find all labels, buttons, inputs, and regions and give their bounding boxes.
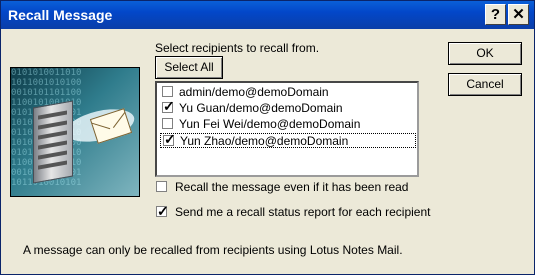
recipient-row-yun-zhao[interactable]: Yun Zhao/demo@demoDomain [160,132,416,148]
ok-button[interactable]: OK [448,42,522,65]
recall-even-if-read-option[interactable]: Recall the message even if it has been r… [156,179,408,195]
status-report-checkbox[interactable] [156,203,169,219]
select-recipients-label: Select recipients to recall from. [155,41,320,55]
recipient-label: Yun Fei Wei/demo@demoDomain [179,117,361,131]
recipient-label: Yu Guan/demo@demoDomain [179,101,343,115]
lotus-notes-note: A message can only be recalled from reci… [23,243,403,257]
option-label: Recall the message even if it has been r… [175,180,409,194]
help-icon: ? [490,6,501,23]
recipient-checkbox[interactable] [162,86,173,97]
recipient-row-yun-fei-wei[interactable]: Yun Fei Wei/demo@demoDomain [160,117,416,132]
close-button[interactable]: ✕ [508,4,529,25]
recipient-checkbox[interactable] [162,99,175,114]
option-label: Send me a recall status report for each … [175,205,431,219]
recall-message-dialog: Recall Message ? ✕ 0101010011010 1011001… [0,0,535,275]
cancel-button[interactable]: Cancel [448,73,522,96]
select-all-button[interactable]: Select All [155,56,223,79]
close-icon: ✕ [512,6,525,23]
server-icon [33,100,73,184]
dialog-content: 0101010011010 1011001010100 001010110110… [1,29,534,274]
recipient-checkbox[interactable] [162,118,173,129]
title-bar: Recall Message ? ✕ [1,1,534,29]
help-button[interactable]: ? [485,4,506,25]
recall-illustration: 0101010011010 1011001010100 001010110110… [10,67,140,197]
recipient-checkbox[interactable] [163,132,176,147]
recipient-label: Yun Zhao/demo@demoDomain [180,134,349,148]
recipient-label: admin/demo@demoDomain [179,85,329,99]
status-report-option[interactable]: Send me a recall status report for each … [156,203,431,220]
dialog-title: Recall Message [8,7,113,23]
recipient-row-yu-guan[interactable]: Yu Guan/demo@demoDomain [160,99,416,116]
recipient-list[interactable]: admin/demo@demoDomain Yu Guan/demo@demoD… [155,81,419,177]
recall-even-if-read-checkbox[interactable] [156,181,167,192]
recipient-row-admin[interactable]: admin/demo@demoDomain [160,85,416,100]
